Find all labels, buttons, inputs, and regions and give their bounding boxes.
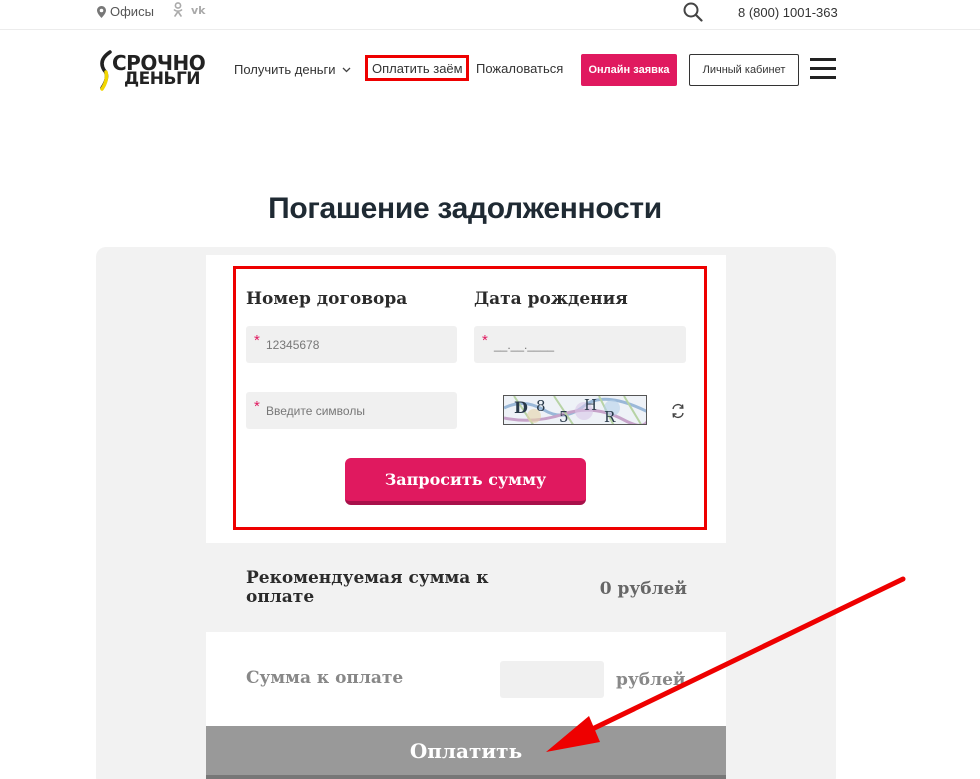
pay-button[interactable]: Оплатить bbox=[206, 726, 726, 779]
recommended-amount-value: 0 рублей bbox=[599, 579, 687, 599]
brand-logo[interactable]: СРОЧНО ДЕНЬГИ bbox=[96, 50, 208, 92]
social-links: vk bbox=[173, 2, 207, 17]
recommended-amount-label: Рекомендуемая сумма к оплате bbox=[246, 568, 489, 607]
nav-get-money[interactable]: Получить деньги bbox=[234, 62, 351, 77]
offices-link[interactable]: Офисы bbox=[97, 4, 154, 19]
map-pin-icon bbox=[97, 5, 106, 18]
hamburger-menu-icon[interactable] bbox=[810, 58, 836, 80]
offices-label: Офисы bbox=[110, 4, 154, 19]
nav-pay-loan-label: Оплатить заём bbox=[372, 61, 463, 76]
logo-text-bottom: ДЕНЬГИ bbox=[124, 69, 201, 89]
search-icon[interactable] bbox=[683, 2, 703, 22]
chevron-down-icon bbox=[342, 67, 350, 72]
phone-number[interactable]: 8 (800) 1001-363 bbox=[738, 5, 838, 20]
odnoklassniki-icon[interactable] bbox=[173, 2, 183, 17]
payment-amount-label: Сумма к оплате bbox=[246, 668, 404, 688]
vk-icon[interactable]: vk bbox=[191, 4, 207, 16]
svg-text:vk: vk bbox=[191, 4, 206, 16]
nav-pay-loan[interactable]: Оплатить заём bbox=[365, 55, 469, 81]
personal-cabinet-button[interactable]: Личный кабинет bbox=[689, 54, 799, 86]
top-bar: Офисы vk 8 (800) 1001-363 bbox=[0, 0, 980, 30]
page-title: Погашение задолженности bbox=[268, 192, 662, 225]
nav-get-money-label: Получить деньги bbox=[234, 62, 336, 77]
annotation-highlight-box bbox=[233, 266, 707, 530]
online-application-button[interactable]: Онлайн заявка bbox=[581, 54, 677, 86]
payment-amount-unit: рублей bbox=[616, 670, 686, 690]
payment-amount-input[interactable] bbox=[500, 661, 604, 698]
nav-complain[interactable]: Пожаловаться bbox=[476, 61, 563, 76]
